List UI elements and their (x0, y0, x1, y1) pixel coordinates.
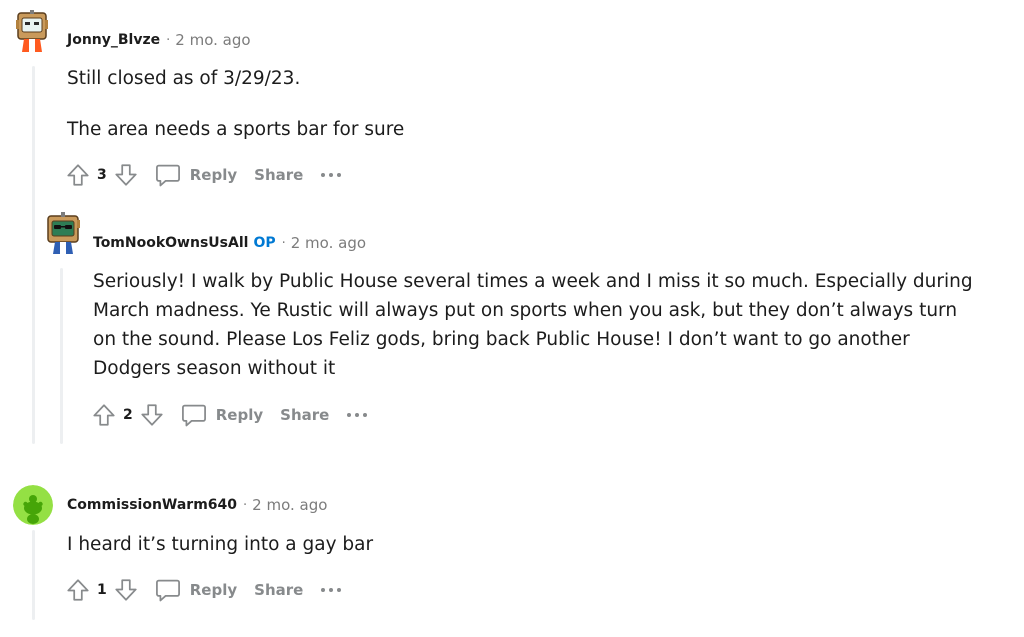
reply-button[interactable]: Reply (154, 576, 237, 604)
comment-paragraph: The area needs a sports bar for sure (67, 119, 405, 140)
comment-body: Still closed as of 3/29/23. The area nee… (67, 64, 967, 144)
upvote-icon[interactable] (64, 161, 92, 189)
downvote-icon[interactable] (138, 401, 166, 429)
comment-meta: CommissionWarm640 · 2 mo. ago (67, 496, 327, 514)
upvote-icon[interactable] (90, 401, 118, 429)
share-button[interactable]: Share (254, 581, 303, 599)
reply-label: Reply (189, 166, 238, 184)
username[interactable]: CommissionWarm640 (67, 497, 237, 513)
comment-bubble-icon (181, 404, 206, 427)
separator-dot: · (281, 235, 286, 251)
comment-body: I heard it’s turning into a gay bar (67, 530, 967, 559)
reply-label: Reply (215, 406, 264, 424)
separator-dot: · (243, 497, 248, 513)
timestamp[interactable]: 2 mo. ago (175, 31, 250, 49)
comment-paragraph: I heard it’s turning into a gay bar (67, 534, 374, 555)
downvote-icon[interactable] (112, 161, 140, 189)
separator-dot: · (166, 32, 171, 48)
default-snoo-avatar-icon[interactable] (13, 485, 53, 525)
timestamp[interactable]: 2 mo. ago (291, 234, 366, 252)
more-options-icon[interactable] (321, 580, 342, 600)
comment-actions: 3 Reply Share (64, 159, 342, 191)
timestamp[interactable]: 2 mo. ago (252, 496, 327, 514)
reply-button[interactable]: Reply (180, 401, 263, 429)
share-button[interactable]: Share (280, 406, 329, 424)
more-options-icon[interactable] (347, 405, 368, 425)
comment-bubble-icon (155, 579, 180, 602)
reply-label: Reply (189, 581, 238, 599)
reply-button[interactable]: Reply (154, 161, 237, 189)
comment-paragraph: Seriously! I walk by Public House severa… (93, 271, 973, 379)
snoo-box-avatar-icon[interactable] (11, 10, 53, 52)
thread-line-comment-3[interactable] (32, 530, 35, 620)
comment-bubble-icon (155, 164, 180, 187)
upvote-icon[interactable] (64, 576, 92, 604)
comment-actions: 1 Reply Share (64, 574, 342, 606)
op-badge: OP (253, 235, 276, 251)
username[interactable]: TomNookOwnsUsAll (93, 235, 248, 251)
thread-line-comment-2[interactable] (60, 268, 63, 444)
vote-score: 2 (123, 407, 133, 423)
username[interactable]: Jonny_Blvze (67, 32, 160, 48)
comment-body: Seriously! I walk by Public House severa… (93, 267, 973, 383)
comment-paragraph: Still closed as of 3/29/23. (67, 68, 301, 89)
vote-score: 1 (97, 582, 107, 598)
share-button[interactable]: Share (254, 166, 303, 184)
comment-meta: Jonny_Blvze · 2 mo. ago (67, 31, 251, 49)
comment-meta: TomNookOwnsUsAll OP · 2 mo. ago (93, 234, 366, 252)
comment-actions: 2 Reply Share (90, 399, 368, 431)
downvote-icon[interactable] (112, 576, 140, 604)
snoo-box-sunglasses-avatar-icon[interactable] (43, 212, 85, 254)
more-options-icon[interactable] (321, 165, 342, 185)
thread-line-comment-1[interactable] (32, 66, 35, 444)
vote-score: 3 (97, 167, 107, 183)
